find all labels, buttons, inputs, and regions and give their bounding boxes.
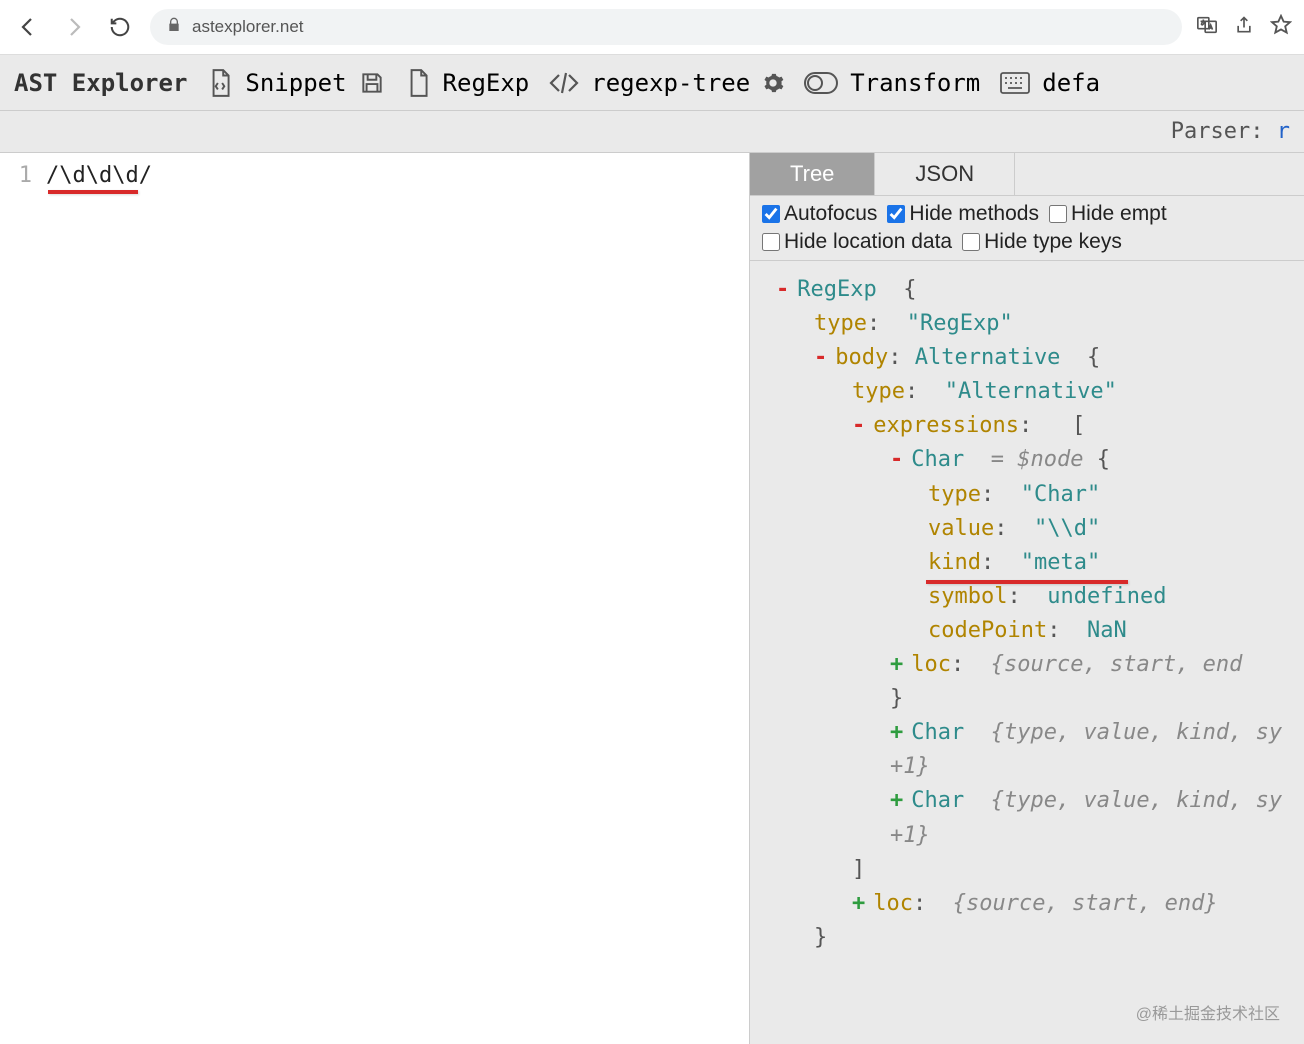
output-tabs: Tree JSON bbox=[750, 153, 1304, 196]
opt-hide-methods[interactable]: Hide methods bbox=[887, 202, 1039, 226]
expand-toggle[interactable]: + bbox=[890, 720, 903, 745]
snippet-icon bbox=[207, 68, 233, 98]
parser-prefix: Parser: bbox=[1171, 119, 1277, 144]
collapse-toggle[interactable]: - bbox=[814, 345, 827, 370]
expand-toggle[interactable]: + bbox=[890, 652, 903, 677]
ast-tree[interactable]: -RegExp { type: "RegExp" -body: Alternat… bbox=[750, 261, 1304, 967]
toggle-icon bbox=[804, 72, 838, 94]
translate-icon[interactable] bbox=[1196, 14, 1218, 41]
opt-autofocus[interactable]: Autofocus bbox=[762, 202, 877, 226]
code-editor[interactable]: 1 /\d\d\d/ bbox=[0, 153, 750, 1044]
tab-json[interactable]: JSON bbox=[875, 153, 1015, 195]
share-icon[interactable] bbox=[1234, 15, 1254, 40]
save-icon[interactable] bbox=[359, 70, 385, 96]
tab-tree[interactable]: Tree bbox=[750, 153, 875, 195]
expand-toggle[interactable]: + bbox=[852, 891, 865, 916]
app-logo: AST Explorer bbox=[14, 69, 187, 97]
language-menu[interactable]: RegExp bbox=[405, 68, 530, 98]
forward-button[interactable] bbox=[58, 11, 90, 43]
collapse-toggle[interactable]: - bbox=[852, 413, 865, 438]
editor-code[interactable]: /\d\d\d/ bbox=[46, 163, 152, 188]
parser-label: regexp-tree bbox=[591, 69, 750, 97]
keymap-label: defa bbox=[1042, 69, 1100, 97]
back-button[interactable] bbox=[12, 11, 44, 43]
annotation-underline bbox=[48, 190, 138, 194]
collapse-toggle[interactable]: - bbox=[890, 447, 903, 472]
keyboard-icon bbox=[1000, 72, 1030, 94]
reload-button[interactable] bbox=[104, 11, 136, 43]
snippet-label: Snippet bbox=[245, 69, 346, 97]
url-text: astexplorer.net bbox=[192, 17, 304, 37]
watermark: @稀土掘金技术社区 bbox=[1136, 1000, 1280, 1024]
transform-label: Transform bbox=[850, 69, 980, 97]
opt-hide-location[interactable]: Hide location data bbox=[762, 230, 952, 254]
app-toolbar: AST Explorer Snippet RegExp regexp-tree … bbox=[0, 55, 1304, 111]
line-number: 1 bbox=[0, 163, 46, 188]
code-icon bbox=[549, 71, 579, 95]
browser-bar: astexplorer.net bbox=[0, 0, 1304, 55]
opt-hide-empty[interactable]: Hide empt bbox=[1049, 202, 1167, 226]
output-panel: Tree JSON Autofocus Hide methods Hide em… bbox=[750, 153, 1304, 1044]
lock-icon bbox=[166, 17, 182, 38]
opt-hide-type[interactable]: Hide type keys bbox=[962, 230, 1122, 254]
collapse-toggle[interactable]: - bbox=[776, 277, 789, 302]
gear-icon[interactable] bbox=[762, 72, 784, 94]
parser-menu[interactable]: regexp-tree bbox=[549, 69, 784, 97]
transform-toggle[interactable]: Transform bbox=[804, 69, 980, 97]
file-icon bbox=[405, 68, 431, 98]
address-bar[interactable]: astexplorer.net bbox=[150, 9, 1182, 45]
parser-link[interactable]: r bbox=[1277, 119, 1290, 144]
expand-toggle[interactable]: + bbox=[890, 788, 903, 813]
snippet-menu[interactable]: Snippet bbox=[207, 68, 384, 98]
star-icon[interactable] bbox=[1270, 14, 1292, 41]
parser-subbar: Parser: r bbox=[0, 111, 1304, 153]
keymap-menu[interactable]: defa bbox=[1000, 69, 1100, 97]
tree-options: Autofocus Hide methods Hide empt Hide lo… bbox=[750, 196, 1304, 261]
language-label: RegExp bbox=[443, 69, 530, 97]
